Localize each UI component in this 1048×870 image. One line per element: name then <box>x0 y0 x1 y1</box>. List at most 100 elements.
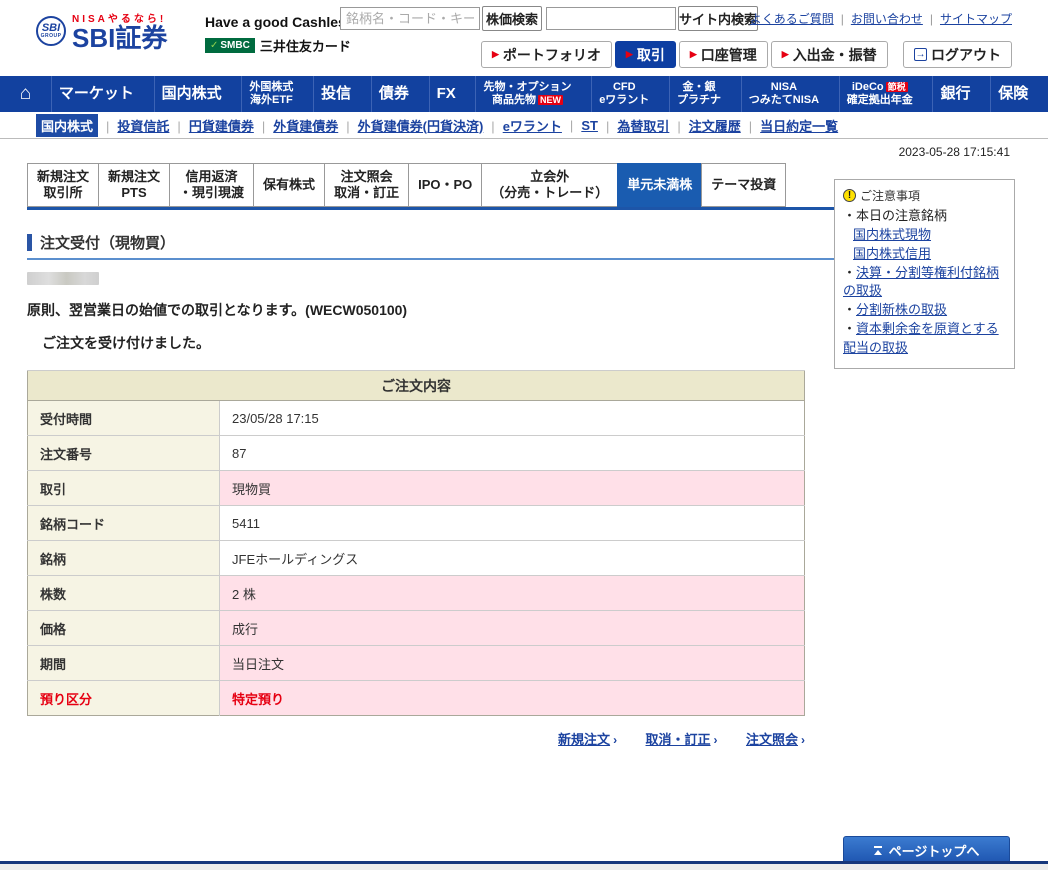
deposit-withdrawal-button[interactable]: ▶ 入出金・振替 <box>770 41 888 68</box>
caution-title: ご注意事項 <box>860 189 921 203</box>
domestic-stock-margin-link[interactable]: 国内株式信用 <box>853 246 931 261</box>
server-timestamp: 2023-05-28 17:15:41 <box>898 145 1010 159</box>
title-accent-bar <box>27 234 32 251</box>
tab-held-stocks[interactable]: 保有株式 <box>253 163 325 207</box>
red-arrow-icon: ▶ <box>625 49 633 59</box>
domestic-stock-cash-link[interactable]: 国内株式現物 <box>853 227 931 242</box>
tab-margin-repayment[interactable]: 信用返済 ・現引現渡 <box>169 163 254 207</box>
nav-cfd-warrant[interactable]: CFD eワラント <box>591 76 656 112</box>
page: SBI GROUP NISAやるなら! SBI証券 Have a good Cas… <box>0 0 1048 870</box>
tab-ipo-po[interactable]: IPO・PO <box>408 163 482 207</box>
sub-nav: 国内株式 投資信託 円貨建債券 外貨建債券 外貨建債券(円貨決済) eワラント … <box>0 112 1048 139</box>
order-accepted-message: ご注文を受け付けました。 <box>42 335 210 351</box>
table-row: 銘柄コード 5411 <box>27 505 805 541</box>
table-row: 銘柄 JFEホールディングス <box>27 540 805 576</box>
nav-bonds[interactable]: 債券 <box>370 76 416 112</box>
page-top-button[interactable]: ページトップへ <box>843 836 1010 864</box>
tab-off-auction[interactable]: 立会外 （分売・トレード） <box>481 163 618 207</box>
stock-search-button[interactable]: 株価検索 <box>482 6 542 31</box>
utility-links: よくあるご質問 お問い合わせ サイトマップ <box>750 10 1012 27</box>
capital-surplus-dividend-link[interactable]: 資本剰余金を原資とする配当の取扱 <box>843 321 999 355</box>
settlement-split-link[interactable]: 決算・分割等権利付銘柄の取扱 <box>843 265 999 299</box>
table-row: 株数 2 株 <box>27 575 805 611</box>
nav-gold-platinum[interactable]: 金・銀 プラチナ <box>669 76 728 112</box>
logo-brand: SBI証券 <box>72 23 168 53</box>
table-row: 預り区分 特定預り <box>27 680 805 716</box>
subnav-domestic-stock-active[interactable]: 国内株式 <box>36 113 99 137</box>
trade-button[interactable]: ▶ 取引 <box>614 41 676 68</box>
sbi-logo[interactable]: SBI GROUP NISAやるなら! SBI証券 <box>36 10 167 52</box>
portfolio-button[interactable]: ▶ ポートフォリオ <box>481 41 612 68</box>
header: SBI GROUP NISAやるなら! SBI証券 Have a good Cas… <box>0 0 1048 76</box>
footer-strip <box>0 864 1048 870</box>
nav-bank[interactable]: 銀行 <box>932 76 977 112</box>
split-new-shares-link[interactable]: 分割新株の取扱 <box>856 302 947 317</box>
caution-item: 国内株式現物 <box>843 226 1006 245</box>
subnav-foreign-bonds[interactable]: 外貨建債券 <box>254 116 338 135</box>
table-caption: ご注文内容 <box>27 370 805 401</box>
sitemap-link[interactable]: サイトマップ <box>923 10 1012 27</box>
caution-box: ! ご注意事項 ・本日の注意銘柄 国内株式現物 国内株式信用 ・決算・分割等権利… <box>834 179 1015 369</box>
logout-button[interactable]: → ログアウト <box>903 41 1012 68</box>
nav-fx[interactable]: FX <box>428 76 463 112</box>
nav-ideco[interactable]: iDeCo 節税 確定拠出年金 <box>838 76 920 112</box>
table-row: 取引 現物買 <box>27 470 805 506</box>
caution-item: ・本日の注意銘柄 <box>843 208 948 223</box>
nav-domestic-stock[interactable]: 国内株式 <box>153 76 229 112</box>
subnav-st[interactable]: ST <box>562 118 598 133</box>
smbc-card-name: 三井住友カード <box>259 39 351 54</box>
subnav-today-executions[interactable]: 当日約定一覧 <box>741 116 838 135</box>
subnav-yen-bonds[interactable]: 円貨建債券 <box>169 116 254 135</box>
home-icon: ⌂ <box>19 83 32 105</box>
sbi-group-icon: SBI GROUP <box>36 16 66 47</box>
tab-new-order-pts[interactable]: 新規注文 PTS <box>98 163 170 207</box>
nav-foreign-stock[interactable]: 外国株式 海外ETF <box>241 76 300 112</box>
cancel-correct-link[interactable]: 取消・訂正 › <box>646 732 718 747</box>
caution-item: ・決算・分割等権利付銘柄の取扱 <box>843 264 1000 299</box>
faq-link[interactable]: よくあるご質問 <box>750 10 834 27</box>
table-row: 注文番号 87 <box>27 435 805 471</box>
smbc-ad-banner[interactable]: Have a good Cashless. ✓ SMBC 三井住友カード <box>205 14 358 55</box>
nav-market[interactable]: マーケット <box>50 76 141 112</box>
customer-name-redacted <box>27 272 99 285</box>
site-search-button[interactable]: サイト内検索 <box>678 6 758 31</box>
tabs-underline <box>27 207 834 210</box>
contact-link[interactable]: お問い合わせ <box>834 10 923 27</box>
tab-theme-invest[interactable]: テーマ投資 <box>701 163 787 207</box>
order-notice-message: 原則、翌営業日の始値での取引となります。(WECW050100) <box>27 302 408 318</box>
table-row: 価格 成行 <box>27 610 805 646</box>
nav-funds[interactable]: 投信 <box>313 76 358 112</box>
nav-insurance[interactable]: 保険 <box>990 76 1035 112</box>
smbc-logo-icon: ✓ SMBC <box>205 38 255 53</box>
tab-new-order-exchange[interactable]: 新規注文 取引所 <box>27 163 99 207</box>
red-arrow-icon: ▶ <box>689 49 697 59</box>
page-title: 注文受付（現物買） <box>40 235 176 252</box>
subnav-investment-trust[interactable]: 投資信託 <box>98 116 169 135</box>
page-title-block: 注文受付（現物買） <box>27 232 834 260</box>
subnav-foreign-bonds-yen[interactable]: 外貨建債券(円貨決済) <box>338 116 484 135</box>
site-search-input[interactable] <box>546 7 676 30</box>
global-nav: ⌂ マーケット 国内株式 外国株式 海外ETF 投信 債券 FX 先物・オプション… <box>0 76 1048 112</box>
red-arrow-icon: ▶ <box>492 49 499 59</box>
stock-search-input[interactable] <box>340 7 480 30</box>
caution-item: ・資本剰余金を原資とする配当の取扱 <box>843 321 999 355</box>
link-arrow-icon: › <box>713 733 718 747</box>
account-management-button[interactable]: ▶ 口座管理 <box>678 41 768 68</box>
warning-icon: ! <box>843 189 856 202</box>
logout-icon: → <box>914 48 927 61</box>
subnav-ewarrant[interactable]: eワラント <box>483 116 562 135</box>
red-arrow-icon: ▶ <box>781 49 789 59</box>
tab-odd-lot[interactable]: 単元未満株 <box>617 163 702 207</box>
order-tabs: 新規注文 取引所 新規注文 PTS 信用返済 ・現引現渡 保有株式 注文照会 取消・訂正… <box>27 163 834 207</box>
main-column: 新規注文 取引所 新規注文 PTS 信用返済 ・現引現渡 保有株式 注文照会 取消・訂正… <box>27 163 834 749</box>
tab-order-inquiry[interactable]: 注文照会 取消・訂正 <box>324 163 409 207</box>
nav-nisa[interactable]: NISA つみたてNISA <box>740 76 826 112</box>
subnav-order-history[interactable]: 注文履歴 <box>669 116 741 135</box>
new-order-link[interactable]: 新規注文 › <box>558 732 617 747</box>
nav-home[interactable]: ⌂ <box>13 76 38 112</box>
subnav-fx-trade[interactable]: 為替取引 <box>598 116 669 135</box>
account-action-buttons: ▶ ポートフォリオ ▶ 取引 ▶ 口座管理 ▶ 入出金・振替 <box>481 41 888 68</box>
nav-futures-options[interactable]: 先物・オプション 商品先物 NEW <box>475 76 578 112</box>
order-inquiry-link[interactable]: 注文照会 › <box>746 732 805 747</box>
link-arrow-icon: › <box>613 733 618 747</box>
